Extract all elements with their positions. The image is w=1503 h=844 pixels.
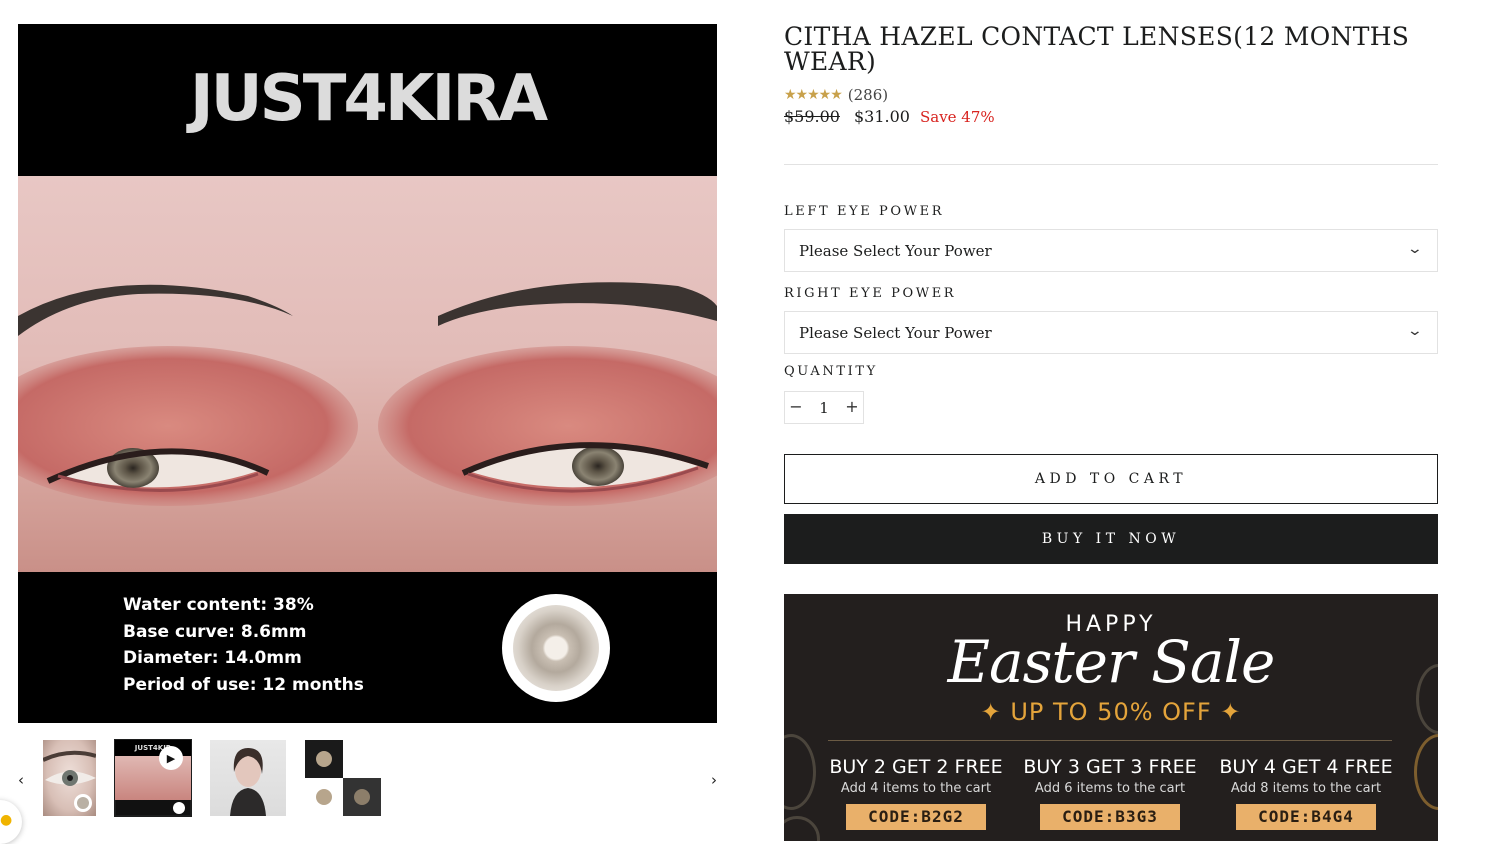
banner-discount-text: ✦ UP TO 50% OFF ✦: [980, 698, 1242, 726]
chat-widget-button[interactable]: ●: [0, 800, 22, 844]
offer-b3g3: BUY 3 GET 3 FREE Add 6 items to the cart…: [1015, 756, 1205, 830]
add-to-cart-button[interactable]: ADD TO CART: [784, 454, 1438, 504]
quantity-label: QUANTITY: [784, 364, 878, 379]
brand-banner: JUST4KIRA: [18, 24, 717, 176]
easter-egg-decoration: [1414, 734, 1438, 810]
left-eye-power-value: Please Select Your Power: [799, 242, 992, 260]
easter-egg-decoration: [784, 816, 820, 841]
spec-diameter: Diameter: 14.0mm: [123, 648, 302, 669]
offer-subtitle: Add 4 items to the cart: [840, 781, 992, 796]
thumbnail-eye-closeup[interactable]: [43, 740, 96, 816]
thumbnail-video-lens: [173, 802, 185, 814]
spec-base-curve: Base curve: 8.6mm: [123, 621, 307, 642]
thumbnail-lens-swatch: [354, 789, 370, 805]
offer-code-badge: CODE:B2G2: [846, 804, 986, 830]
review-count[interactable]: (286): [848, 86, 888, 104]
offer-code-badge: CODE:B3G3: [1040, 804, 1180, 830]
spec-water-content: Water content: 38%: [123, 595, 314, 615]
lens-sample-image: [502, 594, 610, 702]
chat-icon: ●: [0, 812, 13, 828]
offer-subtitle: Add 6 items to the cart: [1034, 781, 1186, 796]
brand-logo-text: JUST4KIRA: [189, 62, 548, 136]
divider: [784, 164, 1438, 165]
offer-b4g4: BUY 4 GET 4 FREE Add 8 items to the cart…: [1211, 756, 1401, 830]
offer-title: BUY 2 GET 2 FREE: [829, 756, 1003, 778]
thumbnail-lens-grid[interactable]: [305, 740, 381, 816]
quantity-stepper: − 1 +: [784, 391, 864, 424]
easter-sale-banner[interactable]: HAPPY Easter Sale ✦ UP TO 50% OFF ✦ BUY …: [784, 594, 1438, 841]
star-rating-icon: ★★★★★: [784, 87, 843, 103]
thumbnail-lens-swatch: [316, 751, 332, 767]
thumbnail-lens-swatch: [316, 789, 332, 805]
quantity-decrease-button[interactable]: −: [785, 392, 807, 423]
easter-egg-decoration: [784, 734, 816, 810]
right-eye-power-select[interactable]: Please Select Your Power ⌄: [784, 311, 1438, 354]
offer-b2g2: BUY 2 GET 2 FREE Add 4 items to the cart…: [821, 756, 1011, 830]
offer-subtitle: Add 8 items to the cart: [1230, 781, 1382, 796]
thumbnail-portrait-art: [230, 748, 266, 816]
lens-iris-pattern: [513, 605, 599, 691]
eyes-illustration: [18, 282, 717, 506]
banner-easter-sale-title: Easter Sale: [947, 628, 1276, 696]
model-eyes-photo: [18, 176, 717, 572]
right-eye-power-label: RIGHT EYE POWER: [784, 286, 957, 301]
left-eye-power-label: LEFT EYE POWER: [784, 204, 945, 219]
spec-period-of-use: Period of use: 12 months: [123, 674, 364, 695]
price-row: $59.00 $31.00 Save 47%: [784, 107, 995, 126]
play-icon[interactable]: ▶: [159, 746, 183, 770]
spec-list: Water content: 38% Base curve: 8.6mm Dia…: [123, 592, 364, 698]
thumbnail-video[interactable]: JUST4KIR ▶: [114, 739, 192, 817]
sale-price: $31.00: [853, 107, 910, 126]
banner-divider: [828, 740, 1392, 741]
save-percentage-badge: Save 47%: [919, 108, 995, 126]
thumbnail-model-portrait[interactable]: [210, 740, 286, 816]
compare-at-price: $59.00: [784, 107, 840, 126]
left-eye-power-select[interactable]: Please Select Your Power ⌄: [784, 229, 1438, 272]
right-eye-power-value: Please Select Your Power: [799, 324, 992, 342]
thumbnail-next-arrow-icon[interactable]: ›: [706, 770, 722, 790]
chevron-down-icon: ⌄: [1406, 323, 1424, 339]
lens-spec-panel: Water content: 38% Base curve: 8.6mm Dia…: [18, 572, 717, 723]
quantity-input[interactable]: 1: [807, 392, 841, 423]
main-product-image[interactable]: JUST4KIRA Water content: 38% Base curve:…: [18, 24, 717, 723]
product-title: CITHA HAZEL CONTACT LENSES(12 MONTHS WEA…: [784, 22, 1410, 76]
chevron-down-icon: ⌄: [1406, 241, 1424, 257]
buy-it-now-button[interactable]: BUY IT NOW: [784, 514, 1438, 564]
thumbnail-eye-art: [43, 750, 96, 812]
thumbnail-prev-arrow-icon[interactable]: ‹: [13, 770, 29, 790]
offer-title: BUY 3 GET 3 FREE: [1023, 756, 1197, 778]
offer-title: BUY 4 GET 4 FREE: [1219, 756, 1393, 778]
quantity-increase-button[interactable]: +: [841, 392, 863, 423]
product-rating[interactable]: ★★★★★ (286): [784, 86, 888, 104]
offer-code-badge: CODE:B4G4: [1236, 804, 1376, 830]
